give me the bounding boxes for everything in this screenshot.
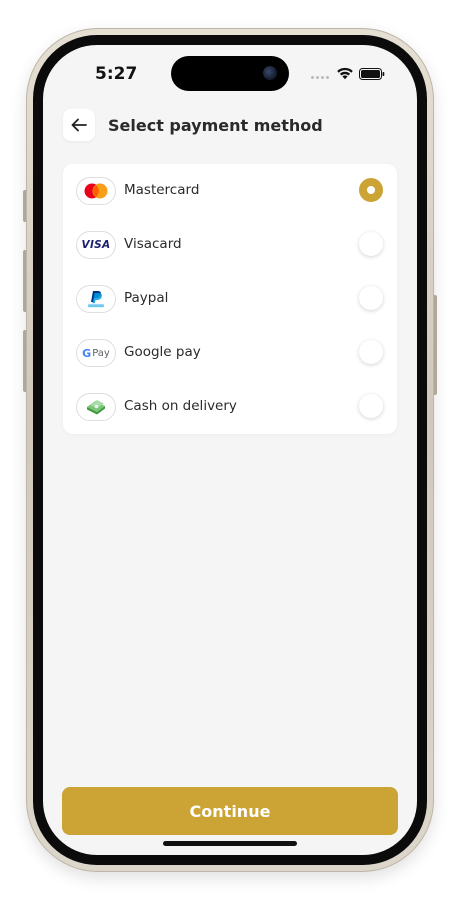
payment-option-label: Visacard xyxy=(124,236,182,252)
back-button[interactable] xyxy=(63,109,95,141)
radio-button[interactable] xyxy=(359,340,383,364)
payment-option-visa[interactable]: VISA Visacard xyxy=(63,218,397,272)
radio-button[interactable] xyxy=(359,286,383,310)
payment-option-cash-on-delivery[interactable]: Cash on delivery xyxy=(63,380,397,434)
continue-button[interactable]: Continue xyxy=(62,787,398,835)
app-screen: 5:27 Select payment method Mastercard VI… xyxy=(43,45,417,855)
payment-option-google-pay[interactable]: G Pay Google pay xyxy=(63,326,397,380)
cash-icon xyxy=(76,393,116,421)
radio-button[interactable] xyxy=(359,232,383,256)
mastercard-logo-icon xyxy=(76,177,116,205)
battery-icon xyxy=(359,68,385,80)
wifi-icon xyxy=(337,67,353,80)
status-time: 5:27 xyxy=(95,64,138,84)
google-g-icon: G xyxy=(82,346,92,360)
payment-option-label: Mastercard xyxy=(124,182,200,198)
payment-option-label: Cash on delivery xyxy=(124,398,237,414)
payment-option-label: Google pay xyxy=(124,344,201,360)
payment-option-mastercard[interactable]: Mastercard xyxy=(63,164,397,218)
payment-method-list: Mastercard VISA Visacard Paypal G Pay Go… xyxy=(63,164,397,434)
payment-option-paypal[interactable]: Paypal xyxy=(63,272,397,326)
payment-option-label: Paypal xyxy=(124,290,169,306)
radio-button-selected[interactable] xyxy=(359,178,383,202)
paypal-logo-icon xyxy=(76,285,116,313)
google-pay-logo-icon: G Pay xyxy=(76,339,116,367)
camera-icon xyxy=(263,66,277,80)
radio-button[interactable] xyxy=(359,394,383,418)
page-title: Select payment method xyxy=(108,116,323,135)
visa-logo-icon: VISA xyxy=(76,231,116,259)
dynamic-island xyxy=(171,56,289,91)
visa-logo-text: VISA xyxy=(81,239,111,251)
home-indicator xyxy=(163,841,297,846)
arrow-left-icon xyxy=(71,118,87,132)
cellular-signal-icon xyxy=(311,76,329,79)
device-stage: 5:27 Select payment method Mastercard VI… xyxy=(0,0,460,900)
google-pay-logo-text: Pay xyxy=(92,347,110,359)
